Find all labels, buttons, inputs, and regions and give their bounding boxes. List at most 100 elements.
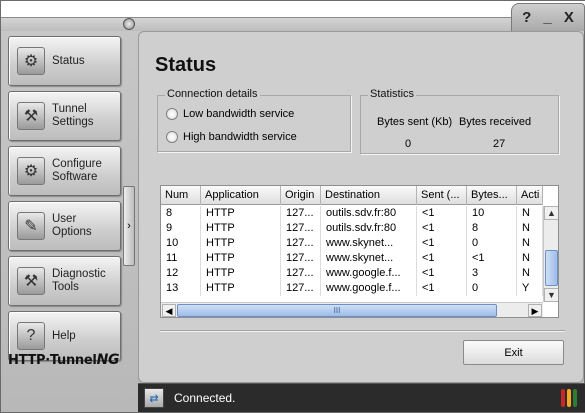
connection-details-group: Connection details Low bandwidth service… xyxy=(157,88,351,152)
sidebar-item-diagnostic-tools[interactable]: ⚒ Diagnostic Tools xyxy=(8,256,121,306)
column-header[interactable]: Bytes... xyxy=(467,186,517,205)
low-bandwidth-radio[interactable]: Low bandwidth service xyxy=(166,108,294,120)
cell-sent: <1 xyxy=(417,251,467,266)
sidebar-item-label: Help xyxy=(52,329,76,342)
cell-action: N xyxy=(517,251,543,266)
column-header[interactable]: Application xyxy=(201,186,281,205)
scroll-down-icon[interactable]: ▼ xyxy=(544,288,558,302)
cell-num: 12 xyxy=(161,266,201,281)
table-row[interactable]: 12 HTTP 127... www.google.f... <1 3 N xyxy=(161,266,543,281)
cell-action: Y xyxy=(517,281,543,296)
cell-application: HTTP xyxy=(201,251,281,266)
cell-action: N xyxy=(517,266,543,281)
divider xyxy=(160,330,565,332)
cell-bytes: 0 xyxy=(467,236,517,251)
sidebar: ⚙ Status ⚒ Tunnel Settings ⚙ Configure S… xyxy=(1,31,137,383)
cell-origin: 127... xyxy=(281,206,321,221)
status-light-red xyxy=(561,389,565,407)
horizontal-scrollbar[interactable]: ◀ III ▶ xyxy=(161,302,543,317)
sidebar-item-tunnel-settings[interactable]: ⚒ Tunnel Settings xyxy=(8,91,121,141)
cell-bytes: 0 xyxy=(467,281,517,296)
vertical-scrollbar[interactable]: ▲ ▼ xyxy=(543,206,558,302)
pin-icon[interactable] xyxy=(123,18,135,30)
sidebar-item-label: User Options xyxy=(52,213,92,238)
sidebar-item-label: Tunnel Settings xyxy=(52,103,94,128)
cell-num: 13 xyxy=(161,281,201,296)
app-logo: HTTP·TunnelNG xyxy=(8,352,119,368)
table-row[interactable]: 10 HTTP 127... www.skynet... <1 0 N xyxy=(161,236,543,251)
sidebar-item-user-options[interactable]: ✎ User Options xyxy=(8,201,121,251)
cell-destination: www.skynet... xyxy=(321,251,417,266)
cell-bytes: 8 xyxy=(467,221,517,236)
chevron-right-icon: › xyxy=(127,220,131,232)
diagnostic-tools-icon: ⚒ xyxy=(17,267,45,295)
cell-origin: 127... xyxy=(281,251,321,266)
cell-sent: <1 xyxy=(417,221,467,236)
status-light-yellow xyxy=(567,389,571,407)
table-body: 8 HTTP 127... outils.sdv.fr:80 <1 10 N 9… xyxy=(161,206,543,296)
connections-table: Num Application Origin Destination Sent … xyxy=(160,185,559,318)
main-panel: Status Connection details Low bandwidth … xyxy=(138,31,584,383)
table-row[interactable]: 11 HTTP 127... www.skynet... <1 <1 N xyxy=(161,251,543,266)
status-icon: ⚙ xyxy=(17,47,45,75)
cell-action: N xyxy=(517,236,543,251)
cell-destination: www.skynet... xyxy=(321,236,417,251)
scroll-right-icon[interactable]: ▶ xyxy=(528,304,542,317)
cell-destination: outils.sdv.fr:80 xyxy=(321,206,417,221)
page-title: Status xyxy=(155,54,217,76)
table-row[interactable]: 8 HTTP 127... outils.sdv.fr:80 <1 10 N xyxy=(161,206,543,221)
cell-bytes: 10 xyxy=(467,206,517,221)
column-header[interactable]: Sent (... xyxy=(417,186,467,205)
column-header[interactable]: Origin xyxy=(281,186,321,205)
cell-action: N xyxy=(517,221,543,236)
radio-label: High bandwidth service xyxy=(183,131,297,143)
sidebar-item-label: Configure Software xyxy=(52,158,102,183)
status-light-green xyxy=(573,389,577,407)
help-window-button[interactable]: ? xyxy=(522,9,531,26)
table-row[interactable]: 13 HTTP 127... www.google.f... <1 0 Y xyxy=(161,281,543,296)
logo-text: HTTP·Tunnel xyxy=(8,353,97,368)
horizontal-scroll-thumb[interactable]: III xyxy=(177,304,497,317)
scroll-up-icon[interactable]: ▲ xyxy=(544,206,558,220)
bytes-received-value: 27 xyxy=(493,138,506,150)
connection-details-legend: Connection details xyxy=(165,88,260,100)
table-row[interactable]: 9 HTTP 127... outils.sdv.fr:80 <1 8 N xyxy=(161,221,543,236)
cell-application: HTTP xyxy=(201,206,281,221)
tunnel-settings-icon: ⚒ xyxy=(17,102,45,130)
sidebar-item-configure-software[interactable]: ⚙ Configure Software xyxy=(8,146,121,196)
status-text: Connected. xyxy=(174,391,236,405)
status-lights xyxy=(561,389,577,407)
scroll-left-icon[interactable]: ◀ xyxy=(162,304,176,317)
title-frame xyxy=(1,17,511,31)
sidebar-item-label: Status xyxy=(52,54,85,67)
cell-sent: <1 xyxy=(417,206,467,221)
radio-icon xyxy=(166,108,178,120)
logo-suffix: NG xyxy=(96,352,120,368)
cell-bytes: 3 xyxy=(467,266,517,281)
window-controls: ? _ X xyxy=(511,3,585,31)
column-header[interactable]: Num xyxy=(161,186,201,205)
sidebar-item-status[interactable]: ⚙ Status xyxy=(8,36,121,86)
cell-num: 8 xyxy=(161,206,201,221)
radio-icon xyxy=(166,131,178,143)
high-bandwidth-radio[interactable]: High bandwidth service xyxy=(166,131,297,143)
minimize-button[interactable]: _ xyxy=(543,9,551,26)
bytes-sent-value: 0 xyxy=(405,138,412,150)
cell-sent: <1 xyxy=(417,281,467,296)
cell-application: HTTP xyxy=(201,236,281,251)
vertical-scroll-thumb[interactable] xyxy=(545,250,558,286)
column-header[interactable]: Destination xyxy=(321,186,417,205)
sidebar-item-label: Diagnostic Tools xyxy=(52,268,106,293)
statistics-group: Statistics Bytes sent (Kb) Bytes receive… xyxy=(360,88,559,154)
exit-button[interactable]: Exit xyxy=(463,340,564,365)
close-button[interactable]: X xyxy=(564,9,574,26)
cell-destination: www.google.f... xyxy=(321,281,417,296)
bytes-sent-label: Bytes sent (Kb) xyxy=(377,116,453,128)
bytes-received-label: Bytes received xyxy=(459,116,532,128)
column-header[interactable]: Acti xyxy=(517,186,543,205)
user-options-icon: ✎ xyxy=(17,212,45,240)
cell-application: HTTP xyxy=(201,281,281,296)
sidebar-collapse-handle[interactable]: › xyxy=(123,186,135,266)
status-bar: ⇄ Connected. xyxy=(138,383,585,412)
cell-origin: 127... xyxy=(281,236,321,251)
